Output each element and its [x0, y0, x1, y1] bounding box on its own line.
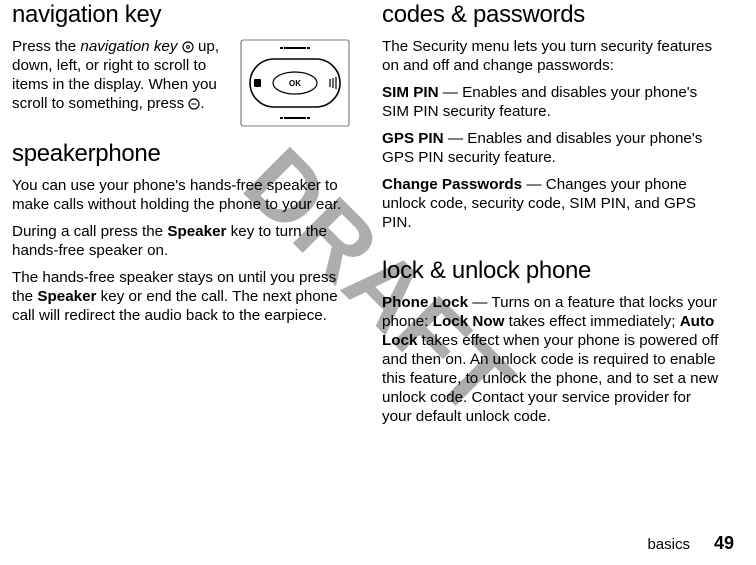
phone-lock-label: Phone Lock	[382, 294, 468, 311]
speakerphone-heading: speakerphone	[12, 139, 350, 169]
change-passwords-label: Change Passwords	[382, 176, 522, 193]
ok-label: OK	[289, 79, 301, 88]
sim-pin-label: SIM PIN	[382, 84, 439, 101]
navigation-key-diagram: OK	[240, 39, 350, 127]
speaker-key-label: Speaker	[37, 288, 96, 305]
nav-key-term: navigation key	[80, 38, 177, 55]
columns: navigation key OK	[0, 0, 756, 434]
page-footer: basics 49	[647, 532, 734, 555]
speaker-key-label: Speaker	[167, 223, 226, 240]
text: takes effect when your phone is powered …	[382, 332, 718, 425]
ok-key-icon	[188, 98, 200, 110]
codes-heading: codes & passwords	[382, 0, 720, 30]
gps-pin-label: GPS PIN	[382, 130, 444, 147]
lock-now-label: Lock Now	[433, 313, 505, 330]
text: takes effect immediately;	[504, 313, 679, 330]
nav-key-heading: navigation key	[12, 0, 350, 30]
right-column: codes & passwords The Security menu lets…	[382, 0, 720, 434]
codes-intro: The Security menu lets you turn security…	[382, 37, 720, 75]
gps-pin-item: GPS PIN — Enables and disables your phon…	[382, 129, 720, 167]
text: .	[200, 95, 204, 112]
text: Press the	[12, 38, 80, 55]
nav-key-illustration: OK	[240, 39, 350, 127]
speakerphone-p3: The hands-free speaker stays on until yo…	[12, 268, 350, 325]
change-passwords-item: Change Passwords — Changes your phone un…	[382, 175, 720, 232]
page-number: 49	[714, 532, 734, 555]
page: DRAFT navigation key OK	[0, 0, 756, 565]
speakerphone-p1: You can use your phone's hands-free spea…	[12, 176, 350, 214]
phone-lock-item: Phone Lock — Turns on a feature that loc…	[382, 293, 720, 426]
speakerphone-p2: During a call press the Speaker key to t…	[12, 222, 350, 260]
nav-ring-icon	[182, 41, 194, 53]
left-column: navigation key OK	[12, 0, 350, 434]
sim-pin-item: SIM PIN — Enables and disables your phon…	[382, 83, 720, 121]
lock-heading: lock & unlock phone	[382, 256, 720, 286]
footer-section: basics	[647, 536, 690, 555]
text: During a call press the	[12, 223, 167, 240]
